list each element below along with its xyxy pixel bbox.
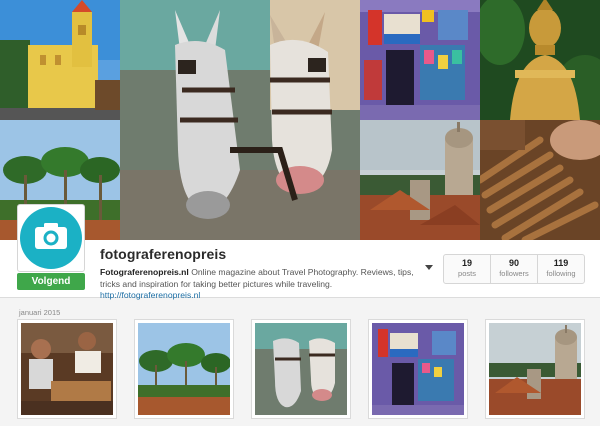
bio-site-name: Fotograferenopreis.nl xyxy=(100,267,189,277)
cover-photo-shop[interactable] xyxy=(360,0,480,120)
stat-followers-label: followers xyxy=(499,269,529,278)
photo-thumbnail[interactable] xyxy=(485,319,585,419)
photo-thumbnail[interactable] xyxy=(251,319,351,419)
bio-website-link[interactable]: http://fotograferenopreis.nl xyxy=(100,290,200,300)
photo-thumbnail[interactable] xyxy=(134,319,234,419)
photo-thumbnail[interactable] xyxy=(368,319,468,419)
photo-thumbnail[interactable] xyxy=(17,319,117,419)
cover-mosaic xyxy=(0,0,600,240)
stat-followers-value: 90 xyxy=(508,258,519,268)
caret-down-icon[interactable] xyxy=(425,265,433,270)
follow-button[interactable]: Volgend xyxy=(17,273,85,290)
cover-photo-buddha[interactable] xyxy=(480,0,600,120)
stat-following[interactable]: 119 following xyxy=(538,255,584,283)
month-label: januari 2015 xyxy=(19,308,61,317)
profile-stats: 19 posts 90 followers 119 following xyxy=(443,254,585,284)
cover-photo-rooftops[interactable] xyxy=(360,120,480,240)
stat-posts[interactable]: 19 posts xyxy=(444,255,491,283)
cover-photo-horses[interactable] xyxy=(120,0,360,240)
avatar-circle xyxy=(20,207,82,269)
stat-posts-label: posts xyxy=(458,269,476,278)
photo-grid xyxy=(17,319,587,419)
camera-icon xyxy=(34,222,68,255)
stat-following-label: following xyxy=(546,269,576,278)
stat-followers[interactable]: 90 followers xyxy=(491,255,538,283)
profile-page: Volgend fotograferenopreis Fotografereno… xyxy=(0,0,600,426)
stat-posts-value: 19 xyxy=(461,258,472,268)
stat-following-value: 119 xyxy=(553,258,569,268)
cover-photo-cathedral[interactable] xyxy=(0,0,120,120)
profile-username: fotograferenopreis xyxy=(100,246,227,262)
avatar[interactable] xyxy=(17,204,85,272)
profile-bio: Fotograferenopreis.nl Online magazine ab… xyxy=(100,267,420,302)
cover-photo-cigars[interactable] xyxy=(480,120,600,240)
